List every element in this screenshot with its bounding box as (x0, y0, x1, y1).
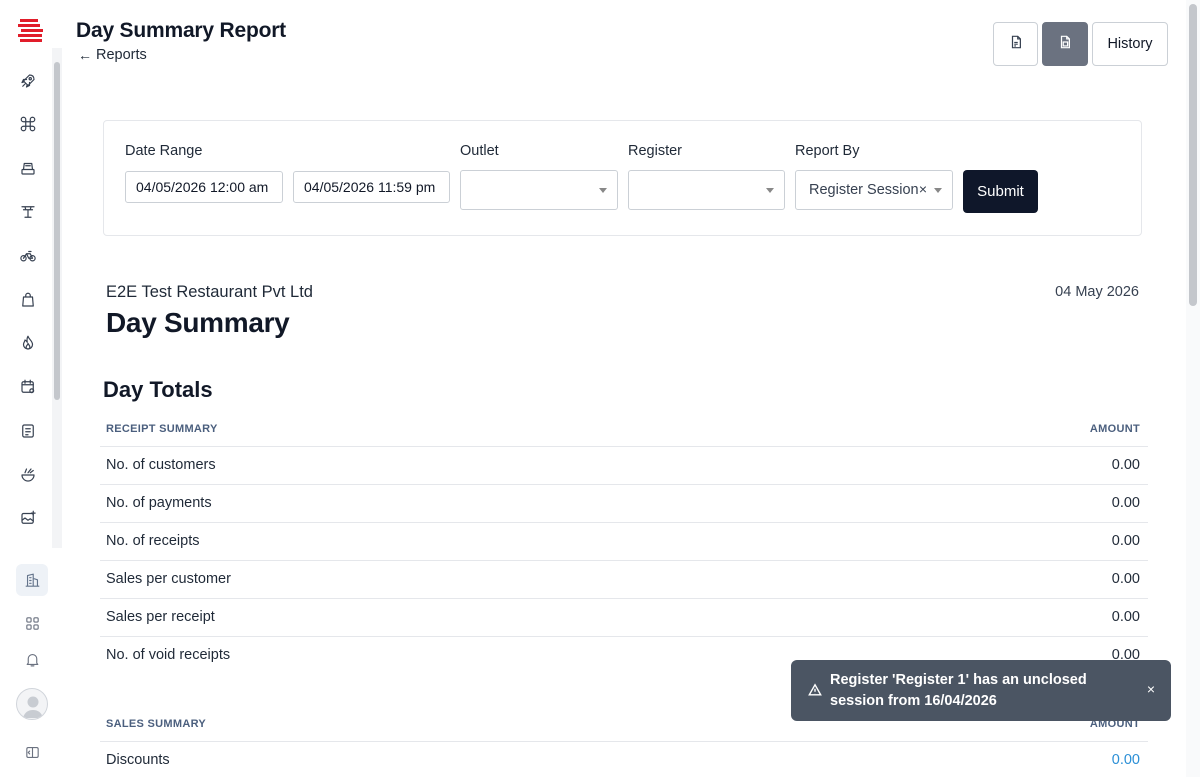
register-label: Register (628, 143, 682, 159)
chevron-down-icon (766, 188, 774, 193)
date-to-input[interactable]: 04/05/2026 11:59 pm (293, 171, 450, 203)
page-title: Day Summary Report (76, 19, 286, 42)
rocket-icon[interactable] (16, 69, 40, 93)
export-spreadsheet-button[interactable] (1042, 22, 1088, 66)
toast-notification: Register 'Register 1' has an unclosed se… (791, 660, 1171, 721)
bell-icon[interactable] (16, 643, 48, 675)
register-select[interactable] (628, 170, 785, 210)
bicycle-icon[interactable] (16, 244, 40, 268)
chevron-down-icon (934, 188, 942, 193)
history-button[interactable]: History (1092, 22, 1168, 66)
export-pdf-button[interactable] (993, 22, 1038, 66)
report-by-label: Report By (795, 143, 860, 159)
section-title: Day Totals (103, 377, 213, 402)
row-amount-link[interactable]: 0.00 (1112, 752, 1140, 768)
sidebar-scrollbar-thumb[interactable] (54, 62, 60, 400)
row-label: No. of void receipts (106, 647, 231, 663)
panel-toggle-icon[interactable] (16, 736, 48, 768)
row-label: Sales per customer (106, 571, 231, 587)
report-by-select[interactable]: Register Session × (795, 170, 953, 210)
breadcrumb-reports-link[interactable]: Reports (96, 47, 147, 63)
spreadsheet-file-icon (1058, 35, 1072, 54)
command-icon[interactable] (16, 112, 40, 136)
table-icon[interactable] (16, 200, 40, 224)
image-add-icon[interactable] (16, 506, 40, 530)
building-icon[interactable] (16, 564, 48, 596)
calendar-settings-icon[interactable] (16, 375, 40, 399)
row-amount: 0.00 (1111, 609, 1140, 625)
table-row: Discounts 0.00 (100, 741, 1148, 779)
row-label: No. of customers (106, 457, 216, 473)
avatar[interactable] (16, 688, 48, 720)
column-header-receipt-summary: RECEIPT SUMMARY (106, 423, 218, 435)
clear-selection-icon[interactable]: × (919, 181, 927, 197)
date-from-input[interactable]: 04/05/2026 12:00 am (125, 171, 283, 203)
row-label: No. of receipts (106, 533, 200, 549)
column-header-sales-summary: SALES SUMMARY (106, 718, 207, 730)
page-scrollbar[interactable] (1186, 0, 1200, 777)
receipt-icon[interactable] (16, 419, 40, 443)
warning-icon (808, 683, 822, 697)
row-amount: 0.00 (1111, 457, 1140, 473)
brand-logo-icon[interactable] (18, 18, 44, 44)
row-amount: 0.00 (1111, 495, 1140, 511)
report-title: Day Summary (106, 307, 290, 338)
row-amount: 0.00 (1111, 571, 1140, 587)
outlet-label: Outlet (460, 143, 499, 159)
breadcrumb[interactable]: ← Reports (78, 47, 147, 63)
grid-icon[interactable] (16, 607, 48, 639)
food-bowl-icon[interactable] (16, 463, 40, 487)
pdf-file-icon (1009, 35, 1023, 54)
submit-button[interactable]: Submit (963, 170, 1038, 213)
row-label: Discounts (106, 752, 170, 768)
toast-message: Register 'Register 1' has an unclosed se… (830, 672, 1087, 709)
table-row: Sales per customer 0.00 (100, 560, 1148, 598)
cash-register-icon[interactable] (16, 156, 40, 180)
sidebar-scrollbar[interactable] (52, 48, 62, 548)
sidebar (0, 0, 64, 777)
row-label: No. of payments (106, 495, 212, 511)
table-row: Sales per receipt 0.00 (100, 598, 1148, 636)
shopping-bag-icon[interactable] (16, 288, 40, 312)
arrow-left-icon: ← (78, 47, 92, 63)
report-date: 04 May 2026 (1055, 284, 1139, 300)
company-name: E2E Test Restaurant Pvt Ltd (106, 283, 313, 301)
flame-icon[interactable] (16, 331, 40, 355)
chevron-down-icon (599, 188, 607, 193)
row-amount: 0.00 (1111, 533, 1140, 549)
table-row: No. of payments 0.00 (100, 484, 1148, 522)
column-header-amount: AMOUNT (1089, 423, 1140, 435)
outlet-select[interactable] (460, 170, 618, 210)
table-row: No. of customers 0.00 (100, 446, 1148, 484)
date-range-label: Date Range (125, 143, 203, 159)
table-row: No. of receipts 0.00 (100, 522, 1148, 560)
row-label: Sales per receipt (106, 609, 215, 625)
page-scrollbar-thumb[interactable] (1189, 4, 1197, 306)
close-icon[interactable]: × (1147, 681, 1155, 697)
report-by-select-value: Register Session (809, 182, 919, 198)
